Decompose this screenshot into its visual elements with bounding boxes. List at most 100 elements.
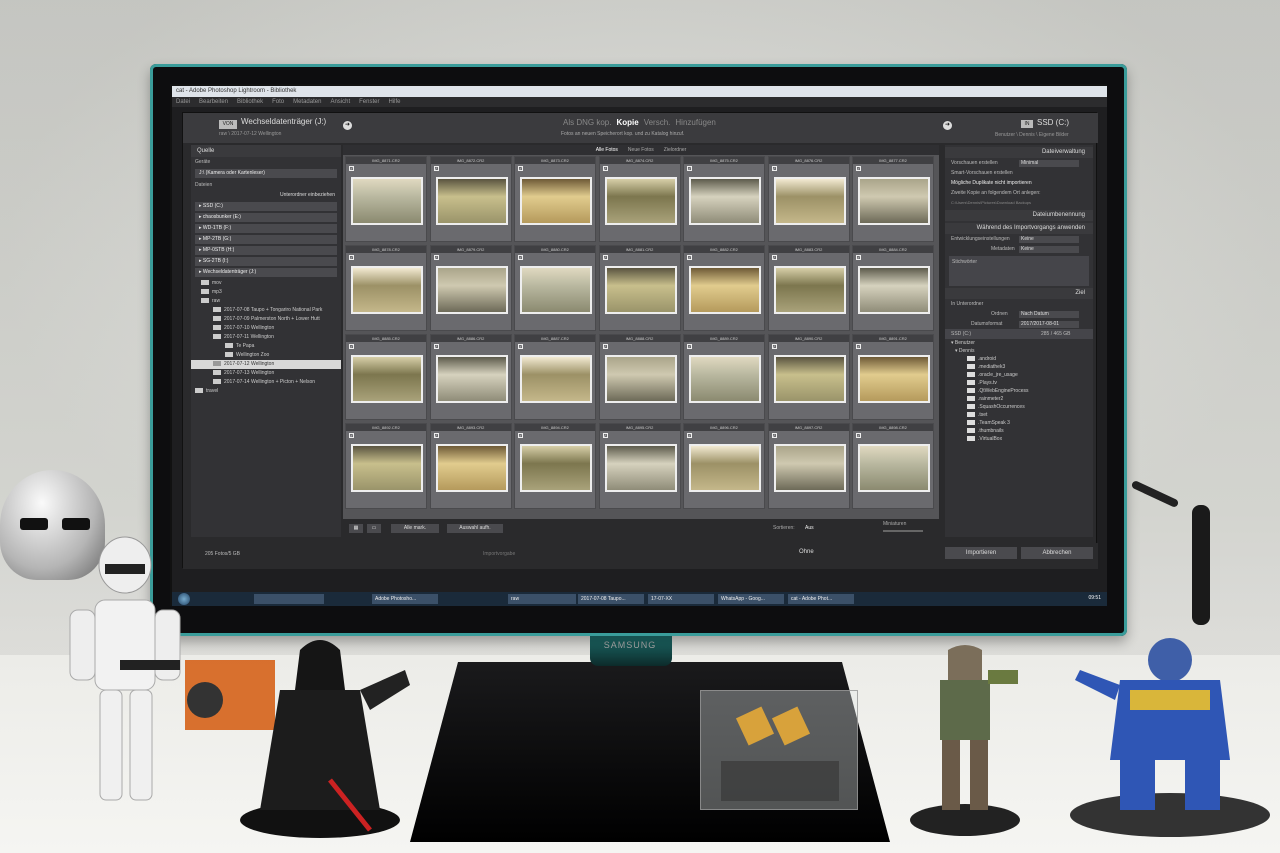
- destination-folder[interactable]: .tset: [945, 411, 1093, 419]
- photo-cell[interactable]: IMG_8896.CR2 ✓: [683, 423, 765, 509]
- file-handling-header[interactable]: Dateiverwaltung: [945, 147, 1093, 158]
- destination-folder[interactable]: .Plays.tv: [945, 379, 1093, 387]
- checkbox-check-icon[interactable]: ✓: [687, 166, 692, 171]
- folder-item[interactable]: mp3: [191, 288, 341, 297]
- checkbox-check-icon[interactable]: ✓: [602, 255, 608, 260]
- deselect-button[interactable]: Auswahl aufh.: [447, 524, 503, 533]
- photo-cell[interactable]: IMG_8894.CR2 ✓: [514, 423, 596, 509]
- thumbnail-size-slider[interactable]: [883, 530, 923, 532]
- folder-item[interactable]: 2017-07-09 Palmerston North + Lower Hutt: [191, 315, 341, 324]
- folder-item[interactable]: raw: [191, 297, 341, 306]
- checkbox-check-icon[interactable]: ✓: [687, 433, 692, 438]
- folder-item[interactable]: Te Papa: [191, 342, 341, 351]
- taskbar-button[interactable]: cat - Adobe Phot...: [788, 594, 854, 604]
- photo-cell[interactable]: IMG_8895.CR2 ✓: [598, 423, 681, 509]
- photo-cell[interactable]: IMG_8883.CR2 ✓: [767, 245, 850, 331]
- volume-item[interactable]: ▸ MP-0STB (H:): [195, 246, 337, 255]
- loupe-view-icon[interactable]: ▭: [367, 524, 381, 533]
- dev-settings-select[interactable]: Keine: [1019, 236, 1079, 243]
- photo-cell[interactable]: IMG_8888.CR2 ✓: [598, 334, 681, 420]
- folder-item[interactable]: mov: [191, 279, 341, 288]
- destination-folder[interactable]: ▾ Dennis: [945, 347, 1093, 355]
- subfolders-checkbox[interactable]: Unterordner einbeziehen: [191, 190, 341, 200]
- menu-item[interactable]: Bearbeiten: [199, 99, 228, 105]
- photo-cell[interactable]: IMG_8872.CR2 ✓: [429, 156, 512, 242]
- metadata-select[interactable]: Keine: [1019, 246, 1079, 253]
- volume-item[interactable]: ▸ chaosbunker (E:): [195, 213, 337, 222]
- folder-item[interactable]: Wellington Zoo: [191, 351, 341, 360]
- source-selector[interactable]: Wechseldatenträger (J:): [241, 117, 326, 126]
- previews-select[interactable]: Minimal: [1019, 160, 1079, 167]
- checkbox-check-icon[interactable]: ✓: [518, 255, 523, 260]
- grid-tab[interactable]: Alle Fotos: [596, 147, 618, 153]
- photo-cell[interactable]: IMG_8889.CR2 ✓: [683, 334, 765, 420]
- menu-item[interactable]: Bibliothek: [237, 99, 263, 105]
- photo-cell[interactable]: IMG_8882.CR2 ✓: [683, 245, 765, 331]
- checkbox-check-icon[interactable]: ✓: [771, 255, 777, 260]
- organize-select[interactable]: Nach Datum: [1019, 311, 1079, 318]
- checkbox-check-icon[interactable]: ✓: [349, 433, 354, 438]
- destination-folder[interactable]: .oracle_jre_usage: [945, 371, 1093, 379]
- smart-previews-checkbox[interactable]: Smart-Vorschauen erstellen: [945, 168, 1093, 178]
- volume-item[interactable]: ▸ SSD (C:): [195, 202, 337, 211]
- destination-folder[interactable]: .SquashOccurrences: [945, 403, 1093, 411]
- checkbox-check-icon[interactable]: ✓: [518, 433, 523, 438]
- photo-cell[interactable]: IMG_8873.CR2 ✓: [514, 156, 596, 242]
- volume-item[interactable]: ▸ MP-2TB (G:): [195, 235, 337, 244]
- checkbox-check-icon[interactable]: ✓: [856, 166, 861, 171]
- photo-cell[interactable]: IMG_8897.CR2 ✓: [767, 423, 850, 509]
- select-all-button[interactable]: Alle mark.: [391, 524, 439, 533]
- checkbox-check-icon[interactable]: ✓: [518, 344, 523, 349]
- photo-cell[interactable]: IMG_8891.CR2 ✓: [852, 334, 934, 420]
- second-copy-checkbox[interactable]: Zweite Kopie an folgendem Ort anlegen:: [945, 188, 1093, 198]
- checkbox-check-icon[interactable]: ✓: [856, 433, 861, 438]
- checkbox-check-icon[interactable]: ✓: [433, 344, 439, 349]
- photo-cell[interactable]: IMG_8893.CR2 ✓: [429, 423, 512, 509]
- checkbox-check-icon[interactable]: ✓: [349, 255, 354, 260]
- photo-cell[interactable]: IMG_8890.CR2 ✓: [767, 334, 850, 420]
- into-subfolder-checkbox[interactable]: In Unterordner: [945, 299, 1093, 309]
- checkbox-check-icon[interactable]: ✓: [687, 255, 692, 260]
- checkbox-check-icon[interactable]: ✓: [433, 255, 439, 260]
- photo-cell[interactable]: IMG_8884.CR2 ✓: [852, 245, 934, 331]
- volume-item[interactable]: ▸ SG-2TB (I:): [195, 257, 337, 266]
- photo-cell[interactable]: IMG_8898.CR2 ✓: [852, 423, 934, 509]
- preset-select[interactable]: Ohne: [799, 549, 814, 555]
- second-copy-path[interactable]: C:\Users\Dennis\Pictures\Download Backup…: [945, 198, 1093, 208]
- destination-folder[interactable]: .VirtualBox: [945, 435, 1093, 443]
- volume-item[interactable]: ▸ Wechseldatenträger (J:): [195, 268, 337, 277]
- folder-item[interactable]: travel: [191, 387, 341, 396]
- keywords-field[interactable]: Stichwörter: [949, 256, 1089, 286]
- destination-folder[interactable]: .thumbnails: [945, 427, 1093, 435]
- apply-header[interactable]: Während des Importvorgangs anwenden: [945, 223, 1093, 234]
- menu-item[interactable]: Ansicht: [330, 99, 350, 105]
- folder-item[interactable]: 2017-07-11 Wellington: [191, 333, 341, 342]
- destination-folder[interactable]: .TeamSpeak 3: [945, 419, 1093, 427]
- menu-item[interactable]: Fenster: [359, 99, 379, 105]
- photo-cell[interactable]: IMG_8886.CR2 ✓: [429, 334, 512, 420]
- import-mode-option[interactable]: Versch.: [644, 118, 671, 127]
- photo-cell[interactable]: IMG_8878.CR2 ✓: [345, 245, 427, 331]
- checkbox-check-icon[interactable]: ✓: [602, 344, 608, 349]
- folder-item[interactable]: 2017-07-08 Taupo + Tongariro National Pa…: [191, 306, 341, 315]
- volume-row[interactable]: SSD (C:) 285 / 465 GB: [945, 329, 1093, 339]
- taskbar-button[interactable]: raw: [508, 594, 576, 604]
- import-mode-option[interactable]: Als DNG kop.: [563, 118, 611, 127]
- folder-item[interactable]: 2017-07-13 Wellington: [191, 369, 341, 378]
- folder-item[interactable]: 2017-07-12 Wellington: [191, 360, 341, 369]
- rename-header[interactable]: Dateiumbenennung: [945, 210, 1093, 221]
- checkbox-check-icon[interactable]: ✓: [602, 433, 608, 438]
- import-button[interactable]: Importieren: [945, 547, 1017, 559]
- checkbox-check-icon[interactable]: ✓: [518, 166, 523, 171]
- photo-cell[interactable]: IMG_8876.CR2 ✓: [767, 156, 850, 242]
- photo-cell[interactable]: IMG_8885.CR2 ✓: [345, 334, 427, 420]
- checkbox-check-icon[interactable]: ✓: [349, 166, 354, 171]
- import-mode-option[interactable]: Hinzufügen: [675, 118, 715, 127]
- photo-cell[interactable]: IMG_8871.CR2 ✓: [345, 156, 427, 242]
- source-panel-header[interactable]: Quelle: [191, 145, 341, 157]
- taskbar-button[interactable]: [254, 594, 324, 604]
- destination-folder[interactable]: .android: [945, 355, 1093, 363]
- destination-folder[interactable]: ▾ Benutzer: [945, 339, 1093, 347]
- destination-folder[interactable]: .rainmeter2: [945, 395, 1093, 403]
- checkbox-check-icon[interactable]: ✓: [433, 166, 439, 171]
